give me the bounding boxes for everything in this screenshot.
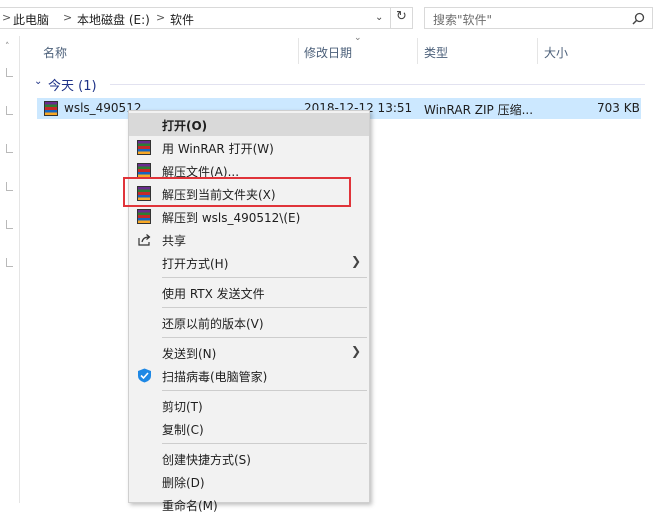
menu-item-scan-virus[interactable]: 扫描病毒(电脑管家) [129,364,369,387]
menu-item-rename[interactable]: 重命名(M) [129,493,369,516]
column-divider [417,38,418,64]
context-menu: 打开(O) 用 WinRAR 打开(W) 解压文件(A)... 解压到当前文件夹… [128,110,370,513]
breadcrumb-this-pc[interactable]: 此电脑 [13,11,49,28]
search-box[interactable]: 搜索"软件" [424,7,653,29]
breadcrumb-software[interactable]: 软件 [170,11,194,28]
menu-item-extract-to-folder[interactable]: 解压到 wsls_490512\(E) [129,205,369,228]
winrar-icon [137,209,152,224]
menu-separator [162,277,367,278]
menu-item-share[interactable]: 共享 [129,228,369,251]
winrar-icon [137,163,152,178]
column-header-size[interactable]: 大小 [544,44,568,61]
breadcrumb-separator: > [2,11,12,24]
menu-item-restore-versions[interactable]: 还原以前的版本(V) [129,311,369,334]
menu-item-delete[interactable]: 删除(D) [129,470,369,493]
menu-separator [162,443,367,444]
menu-item-open[interactable]: 打开(O) [129,113,369,136]
nav-tree-line [6,106,13,115]
nav-tree-line [6,182,13,191]
menu-separator [162,390,367,391]
column-divider [298,38,299,64]
file-size: 703 KB [597,101,640,115]
chevron-up-icon[interactable]: ˄ [5,42,10,52]
divider [390,8,391,28]
menu-item-create-shortcut[interactable]: 创建快捷方式(S) [129,447,369,470]
highlight-annotation-box [123,177,351,207]
column-header-date[interactable]: 修改日期 [304,44,352,61]
breadcrumb-separator: > [156,11,166,24]
search-icon[interactable] [632,12,645,25]
column-header-type[interactable]: 类型 [424,44,448,61]
address-bar[interactable]: > 此电脑 > 本地磁盘 (E:) > 软件 ⌄ ↻ [0,7,413,29]
chevron-down-icon[interactable]: ⌄ [375,12,383,23]
menu-item-send-to[interactable]: 发送到(N) ❯ [129,341,369,364]
menu-item-copy[interactable]: 复制(C) [129,417,369,440]
breadcrumb-drive-e[interactable]: 本地磁盘 (E:) [77,11,150,28]
menu-item-cut[interactable]: 剪切(T) [129,394,369,417]
refresh-icon[interactable]: ↻ [396,9,407,24]
column-divider [537,38,538,64]
chevron-right-icon: ❯ [350,254,361,268]
chevron-right-icon: ❯ [350,344,361,358]
file-type: WinRAR ZIP 压缩... [424,103,534,117]
group-header-today[interactable]: 今天 (1) [48,75,97,94]
sort-chevron-icon: ⌄ [354,33,362,43]
address-bar-area: > 此电脑 > 本地磁盘 (E:) > 软件 ⌄ ↻ 搜索"软件" [0,0,653,36]
search-input[interactable]: 搜索"软件" [433,11,492,28]
nav-tree-line [6,258,13,267]
menu-separator [162,337,367,338]
menu-item-open-with-winrar[interactable]: 用 WinRAR 打开(W) [129,136,369,159]
share-icon [138,234,151,246]
group-divider [110,84,645,85]
menu-item-open-with[interactable]: 打开方式(H) ❯ [129,251,369,274]
shield-icon [138,368,151,383]
nav-tree-line [6,68,13,77]
winrar-zip-icon [44,101,58,116]
nav-tree-line [6,144,13,153]
breadcrumb-separator: > [63,11,73,24]
winrar-icon [137,140,152,155]
navigation-pane[interactable]: ˄ [0,36,20,503]
collapse-chevron-icon[interactable]: ⌄ [34,76,42,87]
menu-separator [162,307,367,308]
menu-item-send-rtx[interactable]: 使用 RTX 发送文件 [129,281,369,304]
nav-tree-line [6,220,13,229]
column-header-name[interactable]: 名称 [43,44,67,61]
